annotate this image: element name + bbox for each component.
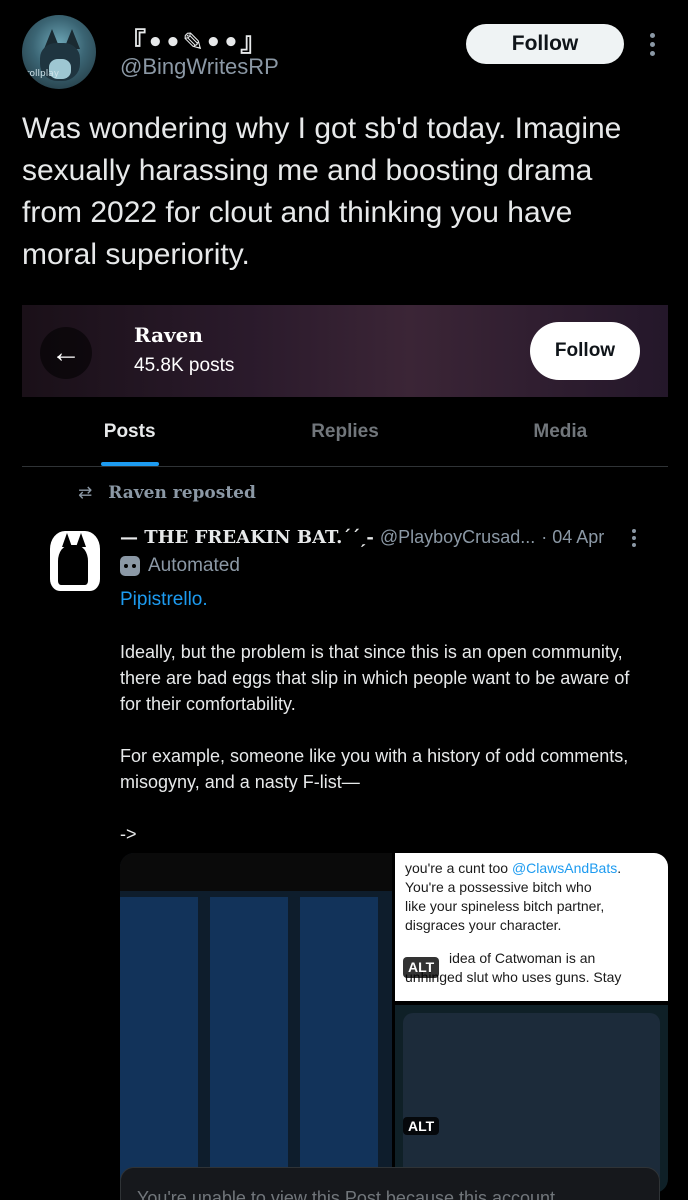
repost-icon: ⇄: [78, 483, 93, 502]
active-tab-indicator: [100, 462, 159, 466]
tweet-text: Was wondering why I got sb'd today. Imag…: [22, 112, 622, 271]
post-more-icon[interactable]: [628, 529, 640, 550]
image-line: idea of Catwoman is an: [449, 950, 596, 966]
attached-image-screenshot-list[interactable]: [120, 853, 392, 1193]
more-options-icon[interactable]: [645, 33, 659, 63]
profile-name: Raven: [134, 323, 203, 347]
batman-ear-right: [76, 533, 86, 547]
reposted-author-line: — THE FREAKIN BAT.´´ˏ- @PlayboyCrusad...…: [120, 527, 604, 548]
post-count: 45.8K posts: [134, 355, 235, 376]
attached-image-dm-screenshot[interactable]: ALT: [395, 1005, 668, 1193]
image-column-bg: [300, 897, 378, 1193]
automated-text: Automated: [148, 555, 240, 576]
post-paragraph: For example, someone like you with a his…: [120, 746, 629, 792]
batman-silhouette: [58, 545, 88, 585]
profile-follow-button[interactable]: Follow: [530, 322, 640, 380]
bot-icon: [120, 556, 140, 576]
post-date[interactable]: · 04 Apr: [541, 527, 604, 548]
reply-to-name[interactable]: Pipistrello.: [120, 589, 208, 611]
image-column-bg: [210, 897, 288, 1193]
repost-indicator: ⇄ Raven reposted: [78, 483, 256, 503]
author-avatar[interactable]: rollplay: [22, 15, 96, 89]
automated-label: Automated: [120, 555, 240, 577]
back-arrow-icon[interactable]: ←: [40, 327, 92, 379]
image-line: you're a cunt too @ClawsAndBats.: [405, 860, 622, 876]
post-paragraph: Ideally, but the problem is that since t…: [120, 642, 630, 714]
reposted-author-name[interactable]: — THE FREAKIN BAT.´´ˏ-: [120, 527, 374, 548]
image-line: like your spineless bitch partner,: [405, 898, 605, 914]
image-column-bg: [120, 897, 198, 1193]
post-paragraph: ->: [120, 824, 137, 844]
follow-button[interactable]: Follow: [466, 24, 624, 64]
tab-posts[interactable]: Posts: [22, 405, 237, 466]
reposted-author-handle[interactable]: @PlayboyCrusad...: [380, 527, 535, 548]
image-line: disgraces your character.: [405, 917, 562, 933]
alt-badge[interactable]: ALT: [403, 1117, 440, 1135]
attached-image-text-screenshot[interactable]: you're a cunt too @ClawsAndBats. You're …: [395, 853, 668, 1001]
image-line: You're a possessive bitch who: [405, 879, 592, 895]
unavailable-post-notice: You're unable to view this Post because …: [120, 1167, 660, 1200]
tab-replies[interactable]: Replies: [237, 405, 452, 466]
post-body: Ideally, but the problem is that since t…: [120, 639, 650, 873]
image-card: [403, 1013, 660, 1185]
avatar-tag: rollplay: [26, 69, 60, 79]
batman-ear-left: [62, 533, 72, 547]
repost-label: Raven reposted: [108, 483, 256, 503]
profile-tabs: Posts Replies Media: [22, 405, 668, 467]
image-line: unhinged slut who uses guns. Stay: [405, 969, 622, 985]
image-topbar: [120, 853, 392, 891]
profile-header: ← Raven 45.8K posts Follow: [22, 305, 668, 397]
author-handle[interactable]: @BingWritesRP: [120, 54, 279, 80]
reposted-author-avatar[interactable]: [42, 527, 108, 597]
embedded-screenshot[interactable]: ← Raven 45.8K posts Follow Posts Replies…: [22, 305, 668, 1200]
tab-media[interactable]: Media: [453, 405, 668, 466]
alt-badge[interactable]: ALT: [403, 957, 440, 978]
